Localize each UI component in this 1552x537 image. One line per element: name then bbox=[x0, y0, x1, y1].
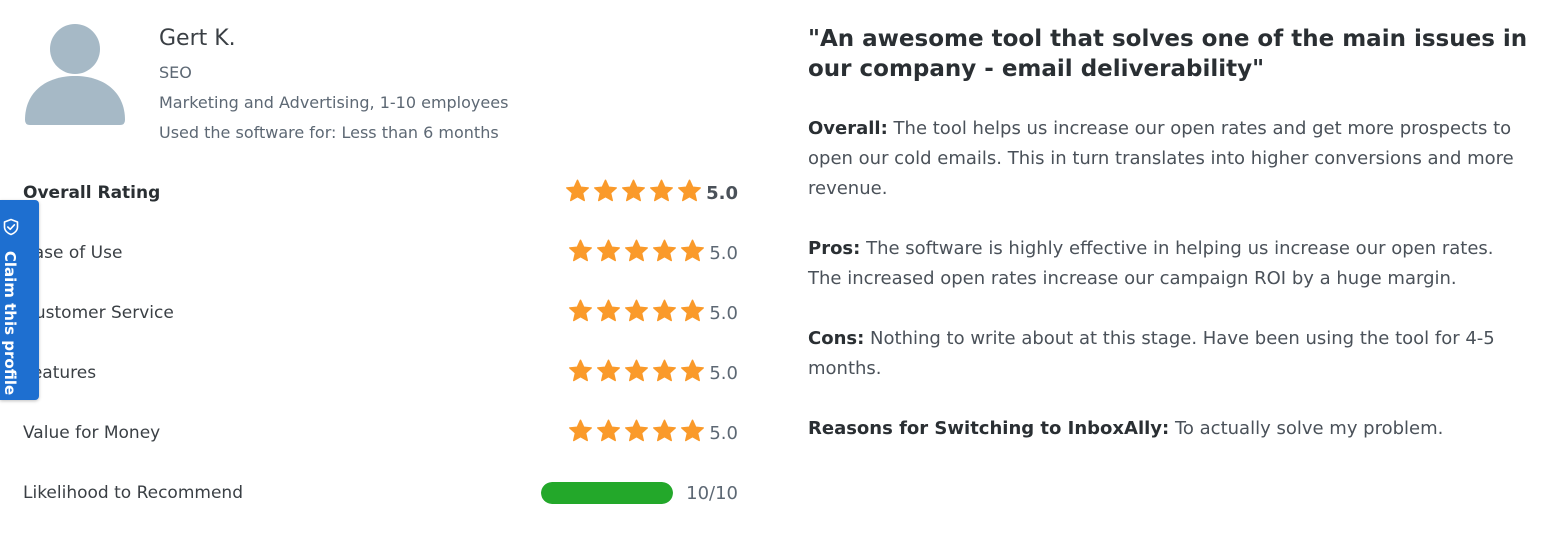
rating-value: 5.0 bbox=[709, 423, 738, 444]
rating-label: Overall Rating bbox=[23, 183, 161, 203]
star-icon bbox=[569, 359, 592, 382]
star-icon bbox=[653, 299, 676, 322]
star-icon bbox=[653, 239, 676, 262]
rating-label: Value for Money bbox=[23, 423, 161, 443]
star-rating bbox=[568, 419, 705, 444]
review-cons-label: Cons: bbox=[808, 328, 865, 349]
reviewer-job-title: SEO bbox=[159, 63, 192, 82]
star-icon bbox=[681, 239, 704, 262]
review-cons-text: Nothing to write about at this stage. Ha… bbox=[808, 328, 1495, 379]
recommend-progress-bar bbox=[541, 482, 673, 504]
star-rating bbox=[565, 179, 702, 204]
rating-value: 5.0 bbox=[709, 303, 738, 324]
star-icon bbox=[597, 299, 620, 322]
star-icon bbox=[566, 179, 589, 202]
rating-value: 5.0 bbox=[709, 363, 738, 384]
rating-label: Customer Service bbox=[23, 303, 174, 323]
rating-row-features: Features 5.0 bbox=[23, 359, 738, 389]
shield-check-icon bbox=[2, 218, 20, 236]
star-icon bbox=[681, 359, 704, 382]
review-switching-label: Reasons for Switching to InboxAlly: bbox=[808, 418, 1170, 439]
star-icon bbox=[653, 359, 676, 382]
star-icon bbox=[569, 419, 592, 442]
star-icon bbox=[594, 179, 617, 202]
rating-value: 5.0 bbox=[709, 243, 738, 264]
star-icon bbox=[622, 179, 645, 202]
star-icon bbox=[625, 359, 648, 382]
recommend-progress-fill bbox=[541, 482, 673, 504]
star-icon bbox=[597, 239, 620, 262]
star-icon bbox=[625, 239, 648, 262]
star-icon bbox=[681, 299, 704, 322]
star-icon bbox=[569, 299, 592, 322]
user-avatar-icon bbox=[24, 24, 126, 126]
rating-row-likelihood-to-recommend: Likelihood to Recommend 10/10 bbox=[23, 479, 738, 509]
review-switching-reasons: Reasons for Switching to InboxAlly: To a… bbox=[808, 414, 1528, 444]
star-icon bbox=[597, 419, 620, 442]
review-pros-text: The software is highly effective in help… bbox=[808, 238, 1494, 289]
review-cons: Cons: Nothing to write about at this sta… bbox=[808, 324, 1528, 384]
rating-value: 10/10 bbox=[686, 483, 738, 504]
review-pros: Pros: The software is highly effective i… bbox=[808, 234, 1528, 294]
star-icon bbox=[650, 179, 673, 202]
reviewer-name: Gert K. bbox=[159, 26, 236, 51]
star-icon bbox=[678, 179, 701, 202]
rating-row-ease-of-use: Ease of Use 5.0 bbox=[23, 239, 738, 269]
star-icon bbox=[597, 359, 620, 382]
reviewer-industry: Marketing and Advertising, 1-10 employee… bbox=[159, 93, 509, 112]
review-title: "An awesome tool that solves one of the … bbox=[808, 26, 1528, 82]
review-pros-label: Pros: bbox=[808, 238, 861, 259]
claim-profile-label: Claim this profile bbox=[1, 250, 19, 396]
rating-label: Likelihood to Recommend bbox=[23, 483, 243, 503]
star-rating bbox=[568, 239, 705, 264]
rating-value: 5.0 bbox=[706, 183, 738, 204]
review-switching-text: To actually solve my problem. bbox=[1174, 418, 1444, 439]
star-rating bbox=[568, 299, 705, 324]
rating-row-overall: Overall Rating 5.0 bbox=[23, 179, 738, 209]
star-icon bbox=[625, 419, 648, 442]
claim-profile-tab[interactable]: Claim this profile bbox=[0, 200, 39, 400]
star-icon bbox=[653, 419, 676, 442]
star-icon bbox=[569, 239, 592, 262]
reviewer-usage-duration: Used the software for: Less than 6 month… bbox=[159, 123, 499, 142]
star-rating bbox=[568, 359, 705, 384]
star-icon bbox=[625, 299, 648, 322]
star-icon bbox=[681, 419, 704, 442]
review-body: "An awesome tool that solves one of the … bbox=[808, 24, 1528, 444]
review-overall-text: The tool helps us increase our open rate… bbox=[808, 118, 1514, 199]
rating-row-value-for-money: Value for Money 5.0 bbox=[23, 419, 738, 449]
review-overall: Overall: The tool helps us increase our … bbox=[808, 114, 1528, 204]
rating-row-customer-service: Customer Service 5.0 bbox=[23, 299, 738, 329]
review-overall-label: Overall: bbox=[808, 118, 888, 139]
